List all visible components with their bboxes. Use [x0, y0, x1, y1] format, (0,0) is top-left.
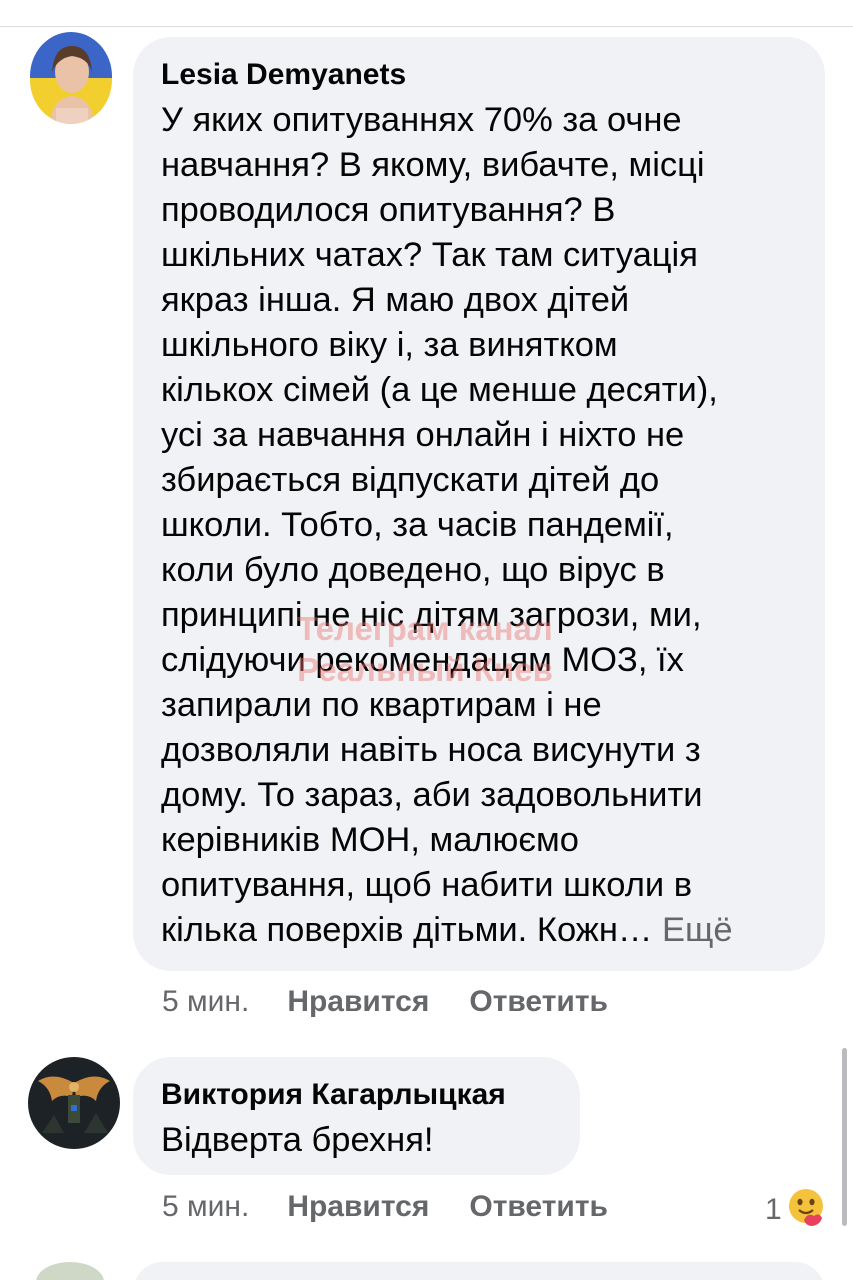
comment-text-line: кількох сімей (а це менше десяти), — [161, 371, 718, 409]
comment-text-last-line: кілька поверхів дітьми. Кожн… Ещё — [161, 908, 799, 953]
comment-text-line: кілька поверхів дітьми. Кожн… — [161, 911, 653, 949]
comment-author[interactable]: Lesia Demyanets — [161, 57, 799, 93]
comment-text-line: дозволяли навіть носа висунути з — [161, 731, 701, 769]
avatar-next-comment[interactable] — [36, 1262, 104, 1280]
comment-text-line: керівників МОН, малюємо — [161, 821, 579, 859]
comment-text-line: збирається відпускати дітей до — [161, 461, 660, 499]
comment-text-line: У яких опитуваннях 70% за очне — [161, 101, 682, 139]
comment-author[interactable]: Виктория Кагарлыцкая — [161, 1077, 554, 1113]
avatar-image — [36, 1262, 104, 1280]
like-button[interactable]: Нравится — [287, 1190, 429, 1224]
comment-bubble: Lesia Demyanets У яких опитуваннях 70% з… — [133, 37, 825, 971]
comment-text-line: опитування, щоб набити школи в — [161, 866, 693, 904]
comment-text: У яких опитуваннях 70% за очне навчання?… — [161, 98, 799, 953]
reaction-summary[interactable]: 1 — [765, 1186, 826, 1234]
avatar-viktoria-kagarlytskaya[interactable] — [28, 1057, 120, 1149]
reply-button[interactable]: Ответить — [469, 1190, 608, 1224]
comment-actions: 5 мин. Нравится Ответить — [162, 985, 648, 1019]
reply-button[interactable]: Ответить — [469, 985, 608, 1019]
comment-text-line: проводилося опитування? В — [161, 191, 616, 229]
comment-text-line: шкільних чатах? Так там ситуація — [161, 236, 698, 274]
scrollbar[interactable] — [842, 1048, 847, 1226]
comment-bubble — [133, 1262, 825, 1280]
comment-timestamp[interactable]: 5 мин. — [162, 985, 249, 1019]
comment-bubble: Виктория Кагарлыцкая Відверта брехня! — [133, 1057, 580, 1175]
see-more-link[interactable]: Ещё — [662, 911, 733, 949]
comment-text-line: принципі не ніс дітям загрози, ми, — [161, 596, 702, 634]
reaction-count: 1 — [765, 1193, 782, 1226]
hugging-face-emoji-icon — [786, 1186, 826, 1234]
comment-text-line: слідуючи рекомендацям МОЗ, їх — [161, 641, 684, 679]
avatar-image — [28, 1057, 120, 1149]
avatar-lesia-demyanets[interactable] — [30, 32, 112, 124]
comment-text-line: якраз інша. Я маю двох дітей — [161, 281, 630, 319]
comment-text: Відверта брехня! — [161, 1121, 434, 1159]
avatar-image — [30, 32, 112, 124]
comment-text-line: школи. Тобто, за часів пандемії, — [161, 506, 674, 544]
top-divider — [0, 26, 853, 27]
comment-text-line: коли було доведено, що вірус в — [161, 551, 665, 589]
comment-text-line: усі за навчання онлайн і ніхто не — [161, 416, 685, 454]
comment-text-line: шкільного віку і, за винятком — [161, 326, 618, 364]
like-button[interactable]: Нравится — [287, 985, 429, 1019]
comment-actions: 5 мин. Нравится Ответить — [162, 1190, 648, 1224]
comment-text-line: навчання? В якому, вибачте, місці — [161, 146, 705, 184]
comment-text-line: дому. То зараз, аби задовольнити — [161, 776, 703, 814]
comment-timestamp[interactable]: 5 мин. — [162, 1190, 249, 1224]
comment-text-line: запирали по квартирам і не — [161, 686, 602, 724]
